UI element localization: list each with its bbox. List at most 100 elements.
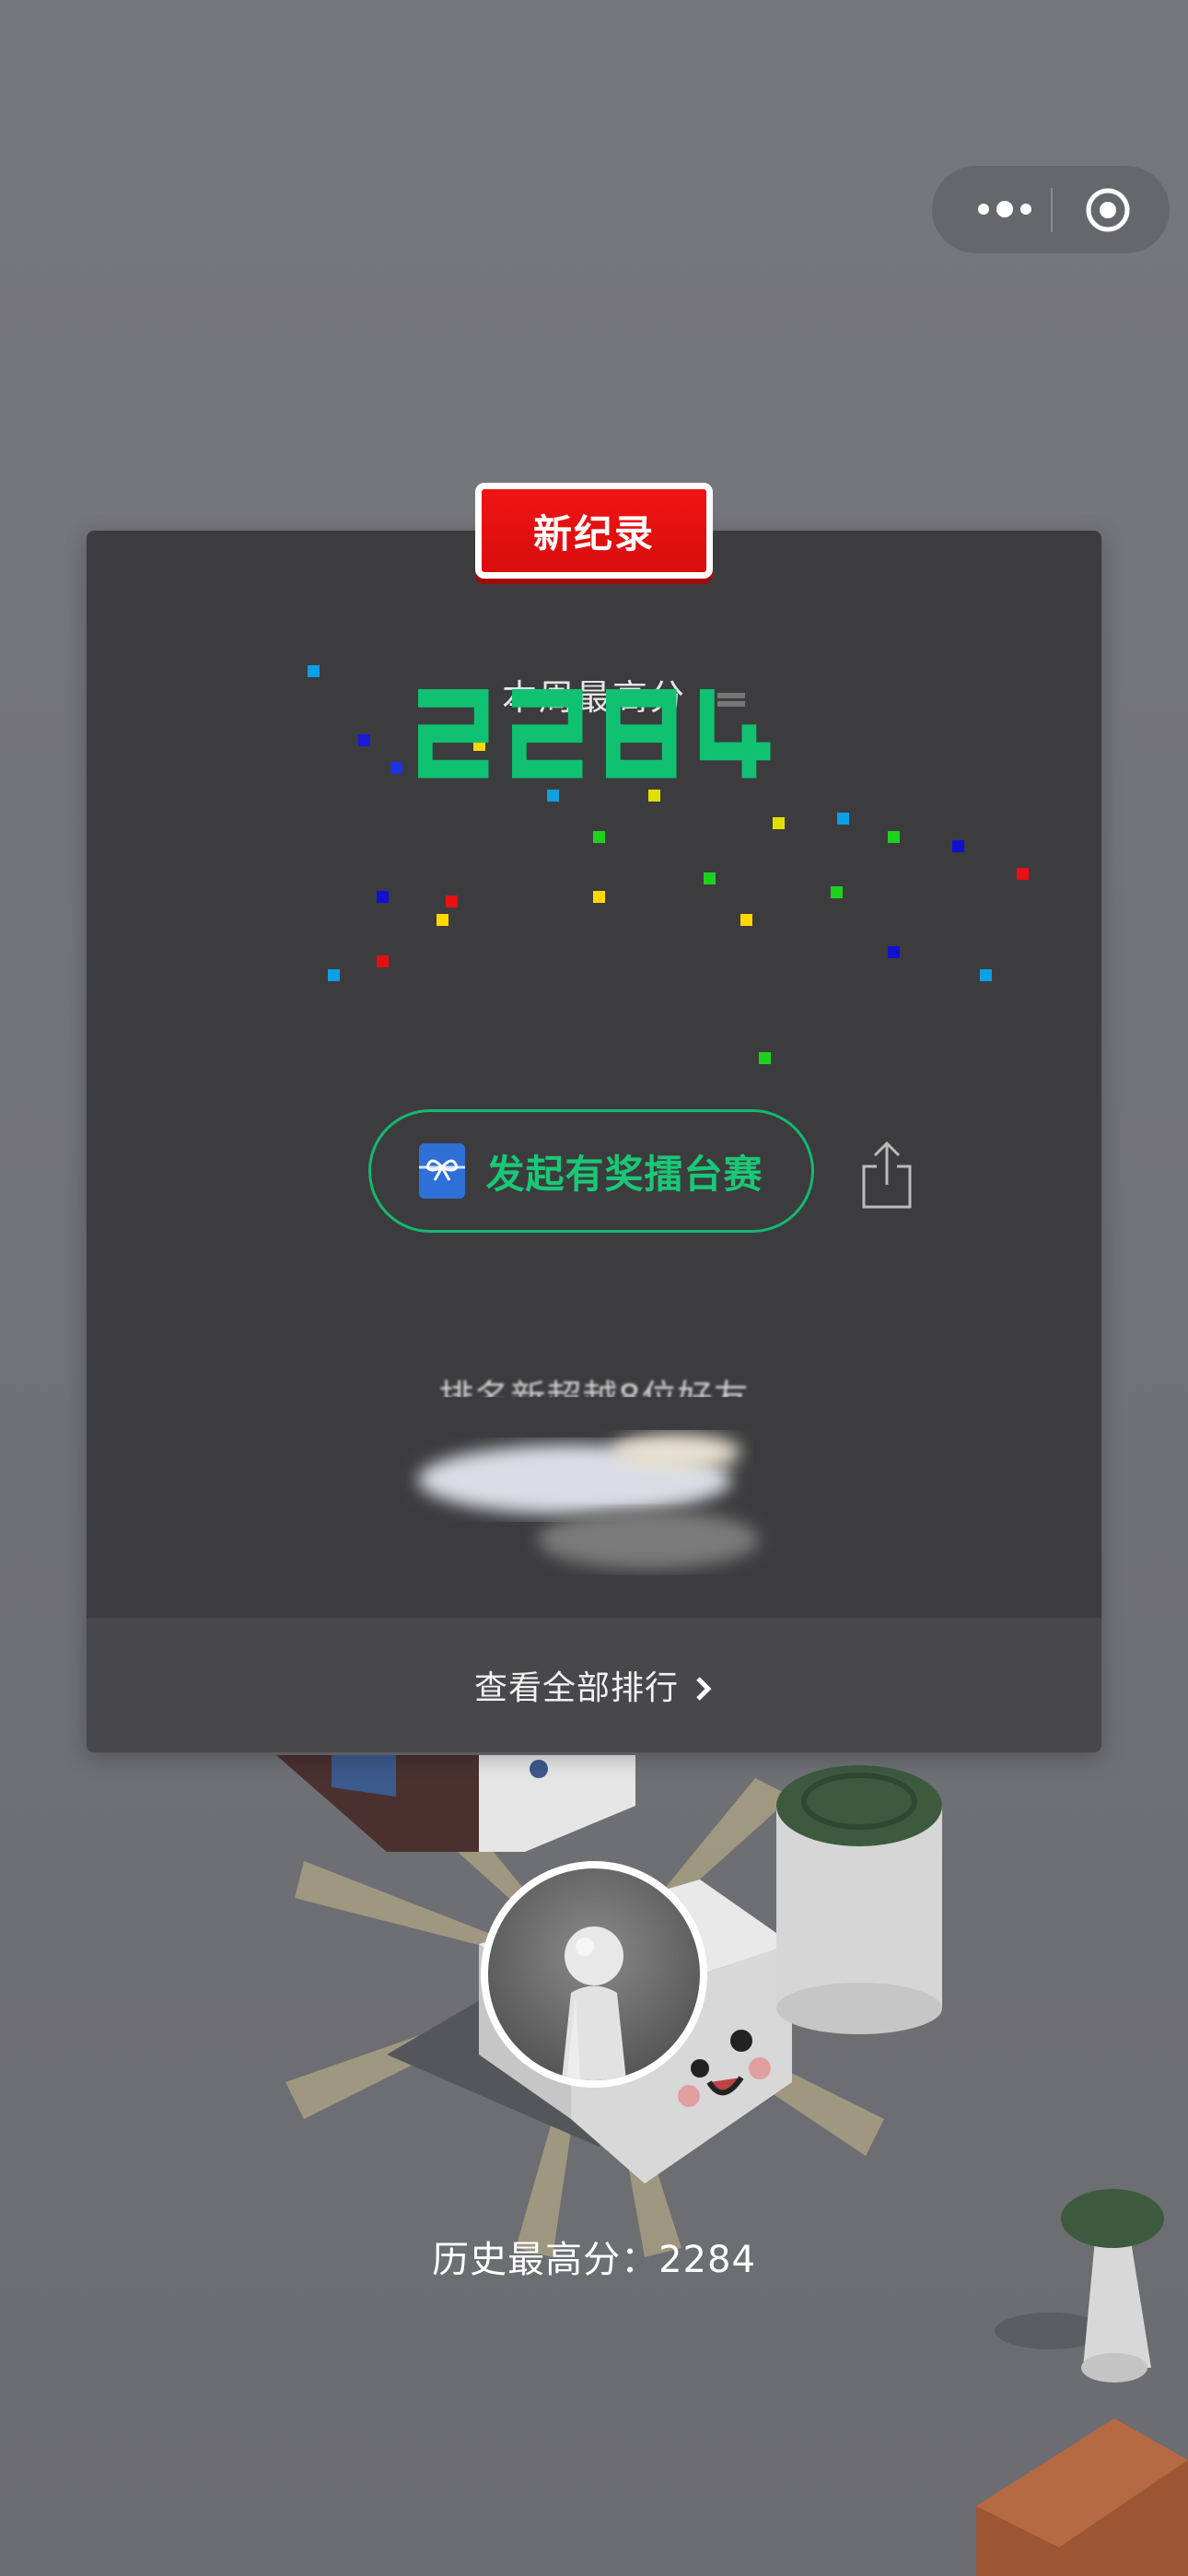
score-pixel: [755, 742, 771, 761]
score-pixel: [460, 724, 475, 744]
score-pixel: [473, 759, 489, 779]
target-circle-icon[interactable]: [1084, 186, 1132, 234]
score-pixel: [418, 689, 433, 708]
score-pixel: [512, 689, 527, 708]
view-all-ranking-link[interactable]: 查看全部排行: [474, 1661, 714, 1709]
confetti-piece: [593, 831, 605, 843]
score-pixel: [647, 689, 663, 708]
score-pixel: [418, 724, 433, 744]
score-pixel: [606, 707, 621, 725]
score-pixel: [620, 759, 635, 779]
confetti-piece: [831, 886, 843, 898]
score-pixel: [553, 689, 569, 708]
score-pixel: [606, 759, 621, 779]
score-pixel: [432, 724, 447, 744]
score-pixel: [606, 742, 621, 761]
chevron-right-icon: [696, 1677, 712, 1701]
confetti-piece: [377, 891, 389, 903]
confetti-piece: [648, 790, 660, 802]
new-record-badge: 新纪录: [475, 483, 713, 579]
score-pixel: [473, 689, 489, 708]
score-pixel: [473, 707, 489, 725]
score-pixel: [540, 724, 555, 744]
confetti-piece: [308, 665, 320, 677]
view-all-ranking-bar[interactable]: 查看全部排行: [87, 1618, 1101, 1752]
score-pixel: [567, 689, 583, 708]
confetti-piece: [888, 831, 900, 843]
confetti-piece: [446, 896, 458, 907]
score-pixel: [432, 759, 447, 779]
confetti-piece: [437, 914, 448, 926]
score-value: 2284: [593, 834, 596, 836]
confetti-piece: [759, 1052, 771, 1064]
score-panel: 本周最高分 2284 发起有奖擂台赛 排名新超越8位好友 查看全部排行: [87, 531, 1101, 1752]
score-pixel: [540, 759, 555, 779]
history-best-score: 历史最高分：2284: [432, 2239, 756, 2281]
confetti-piece: [980, 969, 992, 981]
score-pixel: [526, 724, 541, 744]
gift-icon: [419, 1143, 466, 1199]
score-pixel: [432, 689, 447, 708]
confetti-piece: [593, 891, 605, 903]
score-pixel: [647, 724, 663, 744]
confetti-piece: [740, 914, 752, 926]
score-pixel: [553, 759, 569, 779]
confetti-piece: [773, 817, 785, 829]
confetti-piece: [704, 872, 716, 884]
score-pixel: [567, 759, 583, 779]
score-pixel: [606, 724, 621, 744]
chess-piece-icon: [562, 1926, 626, 2080]
score-pixel: [512, 759, 527, 779]
score-pixel: [540, 689, 555, 708]
score-pixel: [553, 724, 569, 744]
more-dots-icon[interactable]: [969, 166, 1052, 253]
score-pixel: [647, 759, 663, 779]
view-all-label: 查看全部排行: [473, 1669, 679, 1707]
score-pixel: [634, 724, 649, 744]
blurred-friend-info: [418, 1434, 759, 1569]
confetti-piece: [377, 955, 389, 967]
score-pixel: [446, 689, 461, 708]
score-pixel: [700, 742, 715, 761]
score-pixel: [606, 689, 621, 708]
score-pixel: [567, 707, 583, 725]
mini-program-capsule: [932, 166, 1170, 253]
score-pixel: [567, 724, 583, 744]
score-pixel: [446, 724, 461, 744]
confetti-piece: [888, 946, 900, 958]
challenge-label: 发起有奖擂台赛: [485, 1151, 763, 1197]
score-pixel: [512, 742, 527, 761]
score-pixel: [526, 689, 541, 708]
score-pixel: [620, 689, 635, 708]
ranking-text: 排名新超越8位好友: [438, 1377, 750, 1418]
start-challenge-button[interactable]: 发起有奖擂台赛: [368, 1109, 814, 1233]
score-pixel: [661, 759, 677, 779]
confetti-piece: [358, 734, 370, 746]
score-pixel: [460, 759, 475, 779]
player-avatar[interactable]: [481, 1861, 707, 2088]
score-pixel: [512, 724, 527, 744]
score-pixel: [700, 689, 715, 708]
score-pixel: [634, 759, 649, 779]
score-pixel: [661, 707, 677, 725]
score-pixel: [700, 707, 715, 725]
score-pixel: [418, 742, 433, 761]
confetti-piece: [328, 969, 340, 981]
confetti-piece: [1017, 868, 1029, 880]
score-pixel: [634, 689, 649, 708]
score-pixel: [714, 742, 728, 761]
score-pixel: [741, 759, 757, 779]
score-pixel: [728, 742, 743, 761]
score-pixel: [661, 724, 677, 744]
score-pixel: [446, 759, 461, 779]
share-icon[interactable]: [858, 1139, 915, 1212]
score-pixel: [418, 759, 433, 779]
score-pixel: [700, 724, 715, 744]
confetti-piece: [547, 790, 559, 802]
score-pixel: [661, 689, 677, 708]
capsule-divider: [1051, 188, 1053, 232]
score-pixel: [526, 759, 541, 779]
confetti-piece: [390, 762, 402, 774]
score-pixel: [620, 724, 635, 744]
score-pixel: [460, 689, 475, 708]
